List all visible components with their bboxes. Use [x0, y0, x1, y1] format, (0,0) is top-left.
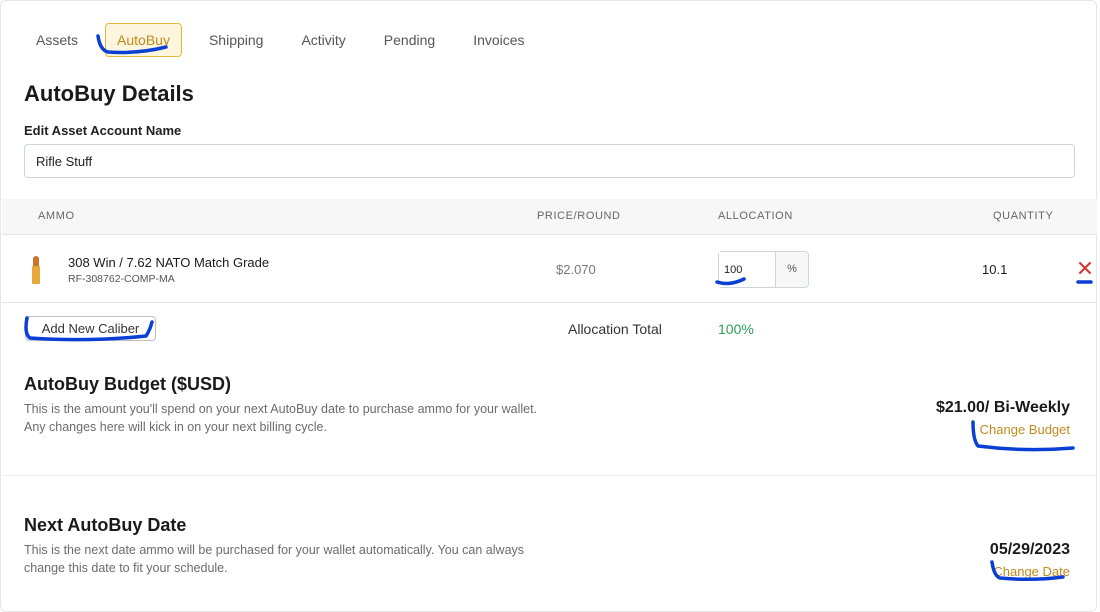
next-date-description: This is the next date ammo will be purch…: [24, 543, 525, 575]
tab-invoices[interactable]: Invoices: [462, 23, 535, 57]
column-header-ammo: AMMO: [38, 210, 75, 222]
table-header: AMMO PRICE/ROUND ALLOCATION QUANTITY: [2, 199, 1097, 235]
add-new-caliber-button[interactable]: Add New Caliber: [25, 316, 156, 341]
column-header-price: PRICE/ROUND: [537, 210, 621, 222]
budget-title: AutoBuy Budget ($USD): [24, 374, 231, 394]
change-date-link[interactable]: Change Date: [993, 564, 1070, 579]
price-per-round: $2.070: [556, 262, 596, 277]
column-header-quantity: QUANTITY: [993, 210, 1054, 222]
budget-value: $21.00/ Bi-Weekly: [935, 399, 1070, 416]
tab-bar: Assets AutoBuy Shipping Activity Pending…: [25, 23, 552, 57]
page-title: AutoBuy Details: [24, 81, 194, 106]
quantity-value: 10.1: [982, 262, 1008, 277]
account-name-input[interactable]: [24, 144, 1075, 178]
next-date-value: 05/29/2023: [989, 541, 1070, 558]
next-date-title: Next AutoBuy Date: [24, 515, 187, 535]
account-name-label: Edit Asset Account Name: [24, 123, 182, 138]
ammo-name: 308 Win / 7.62 NATO Match Grade: [68, 255, 270, 270]
tab-activity[interactable]: Activity: [290, 23, 356, 57]
table-row: 308 Win / 7.62 NATO Match Grade RF-30876…: [2, 236, 1097, 303]
bullet-icon: [32, 256, 40, 284]
close-icon[interactable]: [1077, 260, 1093, 276]
budget-description: This is the amount you'll spend on your …: [24, 402, 538, 434]
allocation-input[interactable]: [719, 252, 776, 287]
tab-pending[interactable]: Pending: [373, 23, 446, 57]
tab-assets[interactable]: Assets: [25, 23, 89, 57]
allocation-total-label: Allocation Total: [568, 321, 662, 337]
ammo-sku: RF-308762-COMP-MA: [68, 273, 175, 285]
tab-autobuy[interactable]: AutoBuy: [105, 23, 182, 57]
section-divider: [2, 475, 1097, 476]
column-header-allocation: ALLOCATION: [718, 210, 793, 222]
percent-suffix: %: [776, 252, 808, 287]
allocation-input-group: %: [718, 251, 809, 288]
allocation-total-value: 100%: [718, 321, 754, 337]
autobuy-card: Assets AutoBuy Shipping Activity Pending…: [0, 0, 1097, 612]
change-budget-link[interactable]: Change Budget: [980, 422, 1070, 437]
tab-shipping[interactable]: Shipping: [198, 23, 275, 57]
